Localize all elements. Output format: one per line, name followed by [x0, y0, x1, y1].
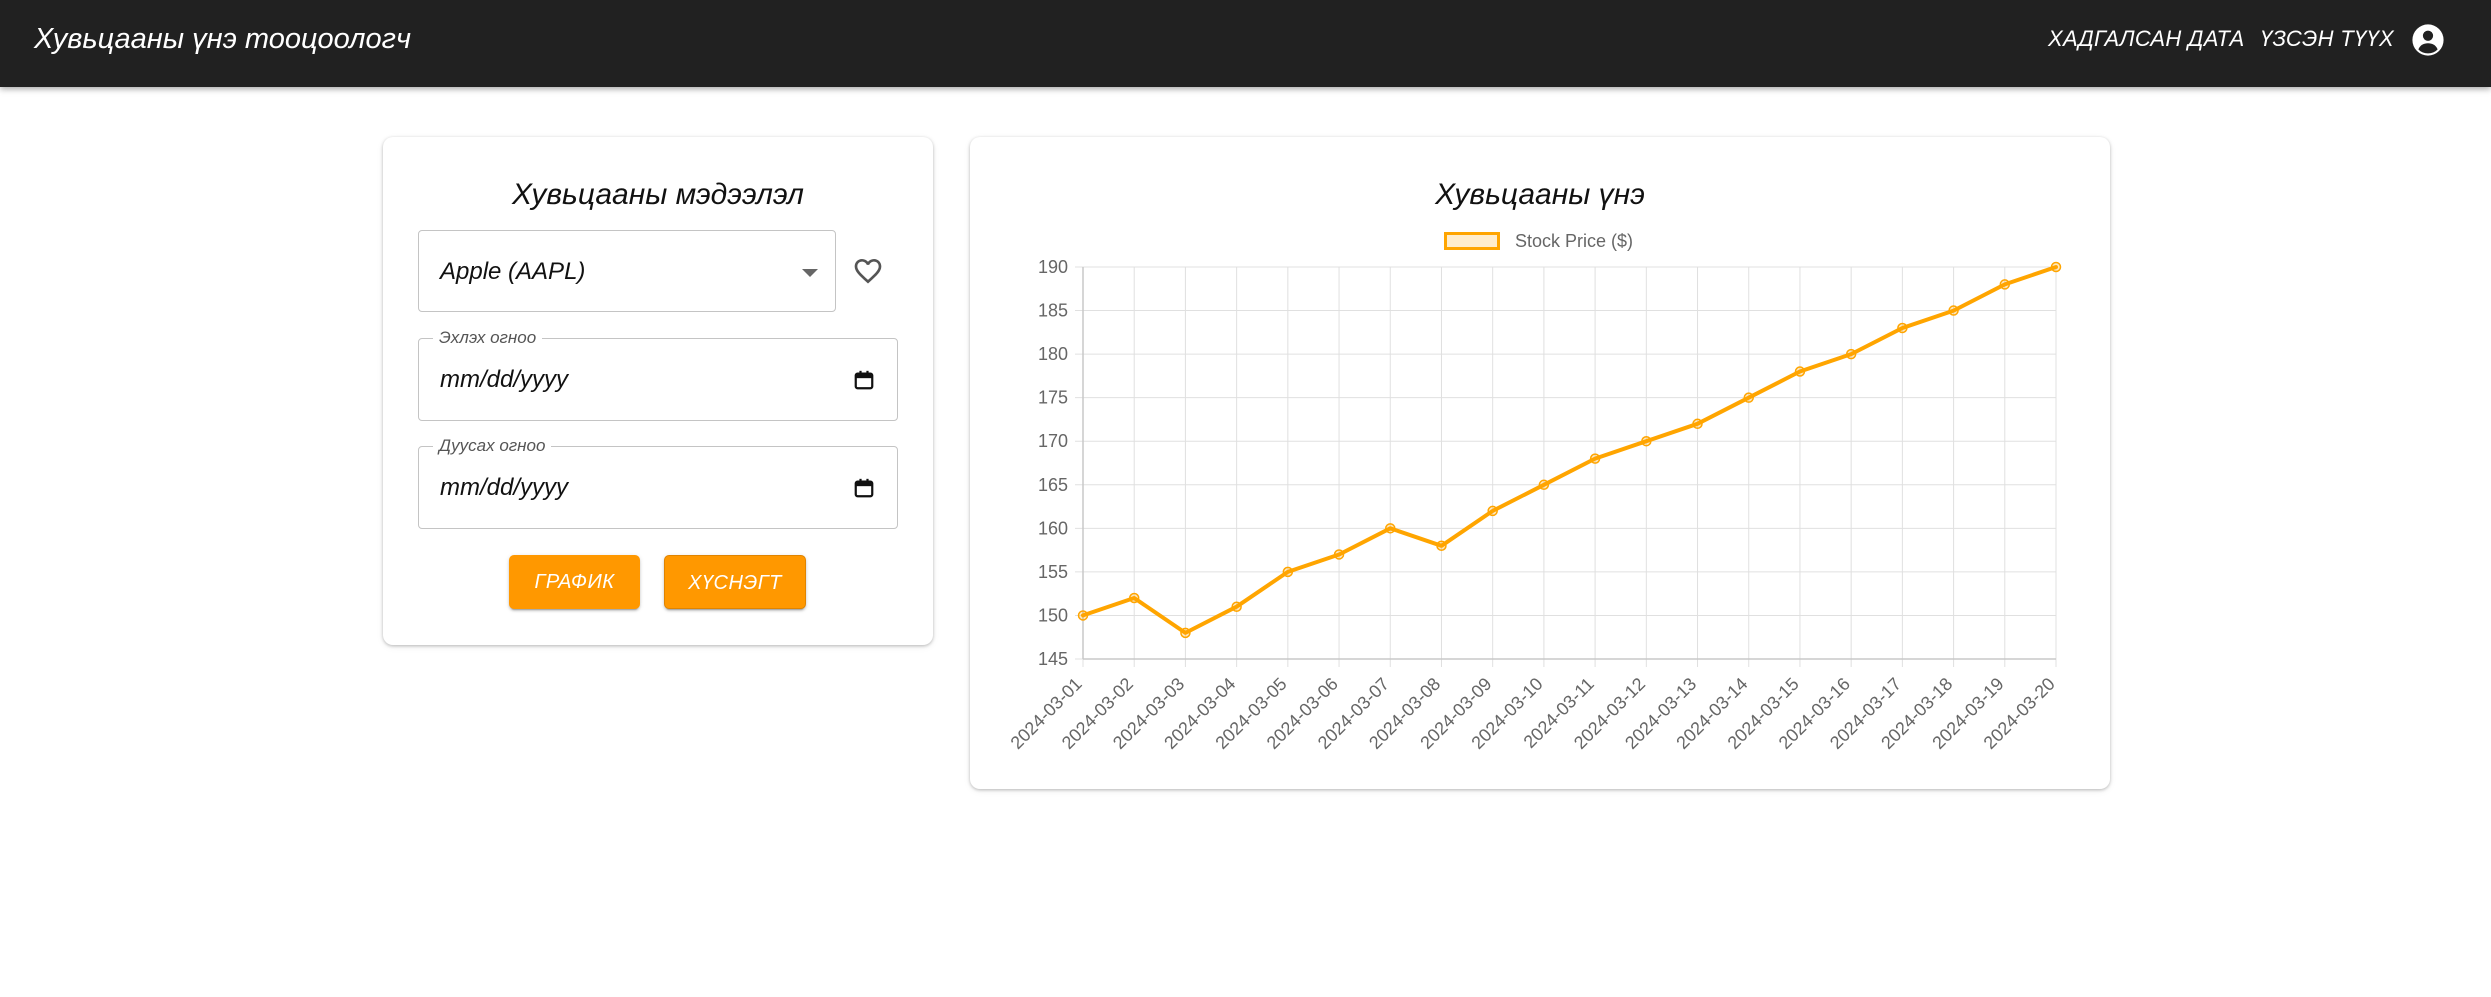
- y-tick-label: 180: [1038, 344, 1068, 364]
- end-date-field[interactable]: Дуусах огноо mm/dd/yyyy: [418, 436, 898, 529]
- y-tick-label: 145: [1038, 649, 1068, 669]
- data-point: [1743, 392, 1754, 403]
- data-point: [1999, 279, 2011, 290]
- data-point: [1128, 592, 1140, 604]
- y-tick-label: 170: [1038, 431, 1068, 451]
- y-tick-label: 185: [1038, 301, 1068, 321]
- stock-select-value: Apple (AAPL): [440, 258, 586, 285]
- y-tick-label: 165: [1038, 475, 1068, 495]
- data-point: [1436, 540, 1447, 552]
- stock-info-title: Хувьцааны мэдээлэл: [512, 178, 804, 211]
- data-point: [1794, 366, 1806, 377]
- data-point: [1897, 322, 1908, 334]
- series-line: [1081, 265, 2058, 635]
- start-date-input[interactable]: mm/dd/yyyy: [440, 339, 568, 420]
- y-tick-label: 190: [1038, 257, 1068, 277]
- dropdown-arrow-icon: [802, 269, 818, 277]
- start-date-field[interactable]: Эхлэх огноо mm/dd/yyyy: [418, 328, 898, 421]
- chart-card: Хувьцааны үнэ Stock Price ($) 145 150 155 1…: [970, 137, 2110, 789]
- app-title: Хувьцааны үнэ тооцоологч: [34, 23, 411, 55]
- table-button[interactable]: ХҮСНЭГТ: [664, 555, 806, 609]
- chart-button[interactable]: ГРАФИК: [509, 555, 640, 609]
- data-point: [1487, 505, 1498, 517]
- data-point: [1692, 418, 1703, 430]
- data-point: [1282, 566, 1294, 578]
- y-tick-label: 160: [1038, 518, 1068, 538]
- app-bar: Хувьцааны үнэ тооцоологч ХАДГАЛСАН ДАТА …: [0, 0, 2491, 87]
- data-point: [1333, 549, 1345, 560]
- data-point: [1641, 435, 1652, 447]
- account-circle-icon[interactable]: [2411, 23, 2445, 57]
- calendar-icon[interactable]: [853, 369, 875, 391]
- heart-icon[interactable]: [851, 255, 885, 287]
- y-tick-label: 155: [1038, 562, 1068, 582]
- data-point: [1589, 453, 1601, 464]
- y-tick-label: 175: [1038, 388, 1068, 408]
- data-point: [1385, 523, 1396, 534]
- data-point: [1231, 601, 1242, 612]
- calendar-icon[interactable]: [853, 477, 875, 499]
- data-point: [1845, 348, 1857, 360]
- data-point: [1948, 305, 1959, 316]
- end-date-input[interactable]: mm/dd/yyyy: [440, 447, 568, 528]
- data-point: [1538, 479, 1550, 491]
- nav-saved-data-button[interactable]: ХАДГАЛСАН ДАТА: [2048, 0, 2244, 78]
- data-point: [1180, 627, 1191, 639]
- data-point: [1077, 610, 1089, 621]
- stock-info-card: Хувьцааны мэдээлэл Apple (AAPL) Эхлэх ог…: [383, 137, 933, 645]
- stock-select[interactable]: Apple (AAPL): [418, 230, 836, 312]
- stock-price-chart: 1451501551601651701751801851902024-03-01…: [1007, 257, 2062, 753]
- data-point: [2050, 261, 2062, 273]
- nav-history-button[interactable]: ҮЗСЭН ТҮҮХ: [2260, 0, 2394, 78]
- y-tick-label: 150: [1038, 605, 1068, 625]
